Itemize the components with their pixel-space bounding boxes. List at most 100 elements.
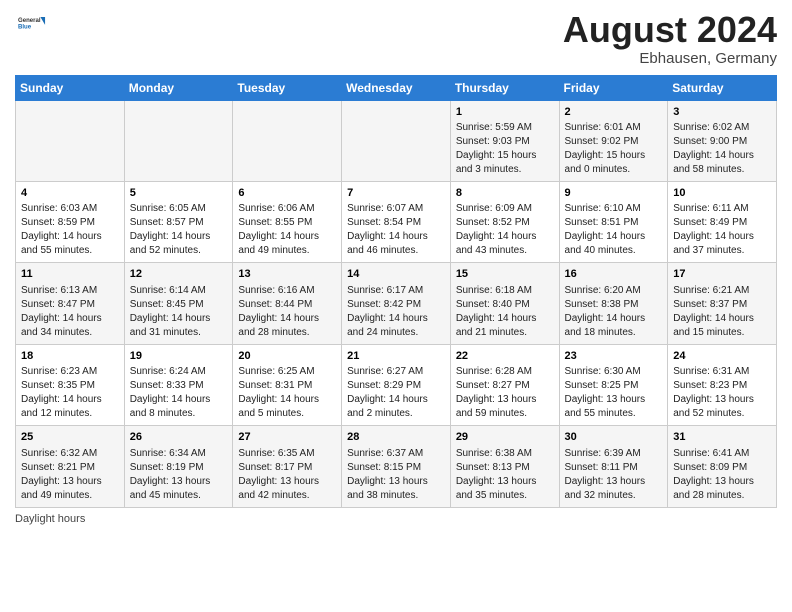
day-info-text: Sunrise: 6:13 AM — [21, 284, 119, 298]
day-info-text: Sunrise: 6:23 AM — [21, 365, 119, 379]
day-info-text: Sunrise: 6:41 AM — [673, 447, 771, 461]
day-number: 2 — [565, 105, 663, 120]
table-row: 8Sunrise: 6:09 AMSunset: 8:52 PMDaylight… — [450, 181, 559, 262]
day-number: 22 — [456, 349, 554, 364]
col-monday: Monday — [124, 75, 233, 100]
table-row: 3Sunrise: 6:02 AMSunset: 9:00 PMDaylight… — [668, 100, 777, 181]
table-row: 10Sunrise: 6:11 AMSunset: 8:49 PMDayligh… — [668, 181, 777, 262]
calendar-week-row: 11Sunrise: 6:13 AMSunset: 8:47 PMDayligh… — [16, 263, 777, 344]
day-info-text: Sunset: 8:54 PM — [347, 216, 445, 230]
table-row — [124, 100, 233, 181]
day-info-text: and 34 minutes. — [21, 326, 119, 340]
day-info-text: Sunset: 8:45 PM — [130, 298, 228, 312]
day-info-text: and 58 minutes. — [673, 163, 771, 177]
day-info-text: Sunset: 8:13 PM — [456, 461, 554, 475]
day-info-text: and 52 minutes. — [673, 407, 771, 421]
day-info-text: Daylight: 14 hours — [347, 312, 445, 326]
day-number: 18 — [21, 349, 119, 364]
table-row: 13Sunrise: 6:16 AMSunset: 8:44 PMDayligh… — [233, 263, 342, 344]
table-row: 30Sunrise: 6:39 AMSunset: 8:11 PMDayligh… — [559, 426, 668, 507]
day-info-text: Daylight: 14 hours — [565, 230, 663, 244]
table-row — [233, 100, 342, 181]
svg-text:Blue: Blue — [18, 25, 32, 31]
day-info-text: Sunrise: 6:10 AM — [565, 202, 663, 216]
day-info-text: Sunrise: 6:39 AM — [565, 447, 663, 461]
day-info-text: Sunrise: 6:03 AM — [21, 202, 119, 216]
day-info-text: Daylight: 13 hours — [130, 475, 228, 489]
day-info-text: Sunset: 8:55 PM — [238, 216, 336, 230]
table-row — [16, 100, 125, 181]
day-info-text: Sunrise: 6:34 AM — [130, 447, 228, 461]
day-info-text: and 55 minutes. — [21, 244, 119, 258]
day-info-text: Sunrise: 6:35 AM — [238, 447, 336, 461]
day-number: 4 — [21, 186, 119, 201]
table-row: 18Sunrise: 6:23 AMSunset: 8:35 PMDayligh… — [16, 344, 125, 425]
day-info-text: Daylight: 14 hours — [238, 393, 336, 407]
calendar-header-row: Sunday Monday Tuesday Wednesday Thursday… — [16, 75, 777, 100]
day-number: 5 — [130, 186, 228, 201]
day-info-text: Sunrise: 6:30 AM — [565, 365, 663, 379]
day-info-text: Daylight: 14 hours — [347, 230, 445, 244]
day-info-text: Sunset: 9:03 PM — [456, 135, 554, 149]
day-info-text: Daylight: 14 hours — [456, 230, 554, 244]
day-number: 11 — [21, 267, 119, 282]
day-info-text: and 52 minutes. — [130, 244, 228, 258]
day-info-text: Sunset: 8:40 PM — [456, 298, 554, 312]
day-info-text: Sunrise: 6:09 AM — [456, 202, 554, 216]
col-saturday: Saturday — [668, 75, 777, 100]
table-row: 12Sunrise: 6:14 AMSunset: 8:45 PMDayligh… — [124, 263, 233, 344]
table-row: 5Sunrise: 6:05 AMSunset: 8:57 PMDaylight… — [124, 181, 233, 262]
table-row: 2Sunrise: 6:01 AMSunset: 9:02 PMDaylight… — [559, 100, 668, 181]
day-info-text: Sunrise: 6:05 AM — [130, 202, 228, 216]
day-info-text: Sunset: 8:42 PM — [347, 298, 445, 312]
table-row: 19Sunrise: 6:24 AMSunset: 8:33 PMDayligh… — [124, 344, 233, 425]
day-info-text: Daylight: 14 hours — [673, 230, 771, 244]
day-info-text: Sunrise: 6:18 AM — [456, 284, 554, 298]
day-info-text: and 40 minutes. — [565, 244, 663, 258]
day-info-text: Daylight: 14 hours — [130, 393, 228, 407]
table-row: 20Sunrise: 6:25 AMSunset: 8:31 PMDayligh… — [233, 344, 342, 425]
table-row: 31Sunrise: 6:41 AMSunset: 8:09 PMDayligh… — [668, 426, 777, 507]
table-row: 22Sunrise: 6:28 AMSunset: 8:27 PMDayligh… — [450, 344, 559, 425]
day-info-text: and 38 minutes. — [347, 489, 445, 503]
day-info-text: and 12 minutes. — [21, 407, 119, 421]
day-info-text: Sunset: 8:51 PM — [565, 216, 663, 230]
day-info-text: Daylight: 13 hours — [456, 475, 554, 489]
logo-icon: General Blue — [18, 10, 46, 38]
daylight-label: Daylight hours — [15, 513, 85, 525]
table-row: 6Sunrise: 6:06 AMSunset: 8:55 PMDaylight… — [233, 181, 342, 262]
day-number: 19 — [130, 349, 228, 364]
day-number: 17 — [673, 267, 771, 282]
day-info-text: Daylight: 13 hours — [238, 475, 336, 489]
day-info-text: and 45 minutes. — [130, 489, 228, 503]
day-number: 6 — [238, 186, 336, 201]
day-info-text: Daylight: 14 hours — [456, 312, 554, 326]
day-number: 16 — [565, 267, 663, 282]
table-row: 4Sunrise: 6:03 AMSunset: 8:59 PMDaylight… — [16, 181, 125, 262]
table-row: 1Sunrise: 5:59 AMSunset: 9:03 PMDaylight… — [450, 100, 559, 181]
table-row: 21Sunrise: 6:27 AMSunset: 8:29 PMDayligh… — [342, 344, 451, 425]
day-info-text: and 35 minutes. — [456, 489, 554, 503]
day-info-text: and 2 minutes. — [347, 407, 445, 421]
table-row: 9Sunrise: 6:10 AMSunset: 8:51 PMDaylight… — [559, 181, 668, 262]
day-info-text: and 49 minutes. — [238, 244, 336, 258]
day-info-text: Sunrise: 6:20 AM — [565, 284, 663, 298]
day-info-text: Sunset: 8:27 PM — [456, 379, 554, 393]
table-row: 16Sunrise: 6:20 AMSunset: 8:38 PMDayligh… — [559, 263, 668, 344]
day-info-text: Sunset: 8:37 PM — [673, 298, 771, 312]
day-info-text: Sunrise: 6:31 AM — [673, 365, 771, 379]
day-info-text: and 24 minutes. — [347, 326, 445, 340]
day-info-text: Sunset: 8:21 PM — [21, 461, 119, 475]
day-info-text: Daylight: 13 hours — [673, 393, 771, 407]
day-number: 14 — [347, 267, 445, 282]
day-info-text: Sunrise: 6:25 AM — [238, 365, 336, 379]
day-info-text: Daylight: 14 hours — [673, 149, 771, 163]
day-info-text: Sunrise: 6:02 AM — [673, 121, 771, 135]
col-tuesday: Tuesday — [233, 75, 342, 100]
svg-text:General: General — [18, 18, 41, 24]
logo: General Blue — [15, 10, 46, 43]
day-info-text: Sunset: 8:52 PM — [456, 216, 554, 230]
table-row — [342, 100, 451, 181]
day-info-text: Sunset: 8:09 PM — [673, 461, 771, 475]
day-info-text: Daylight: 14 hours — [673, 312, 771, 326]
